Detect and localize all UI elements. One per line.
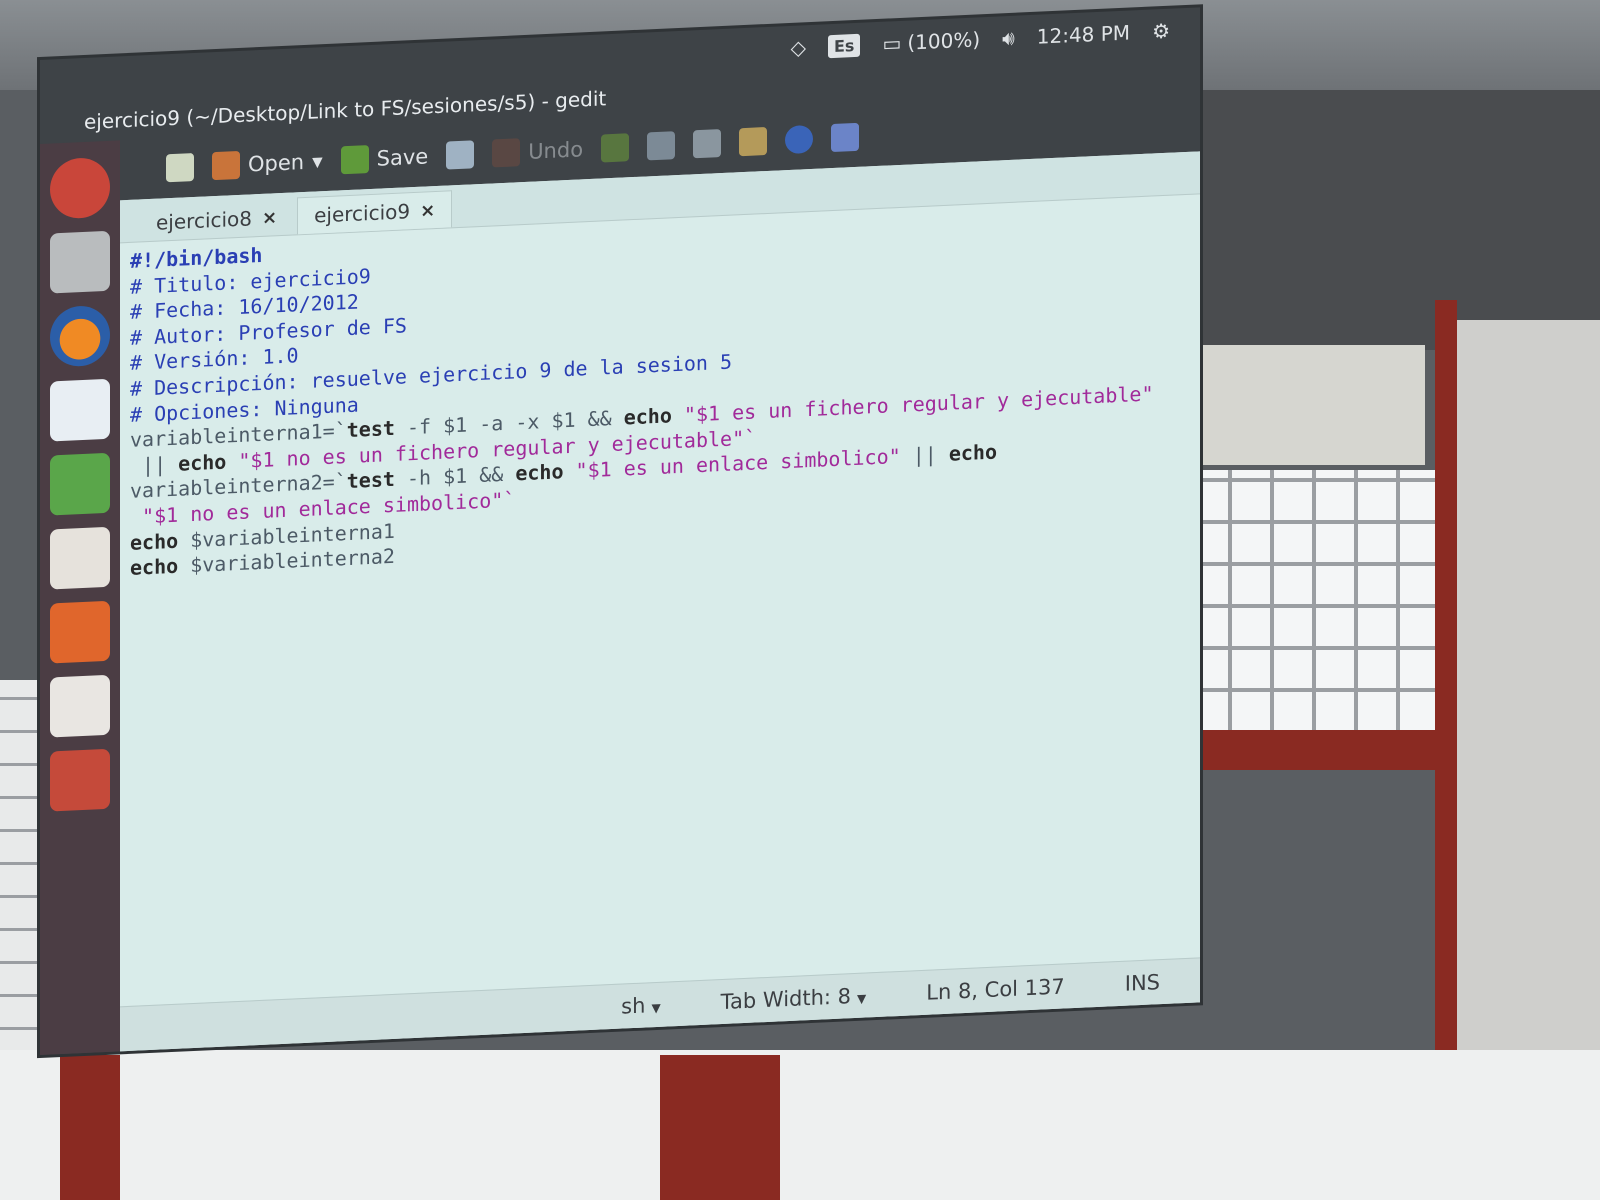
tab-ejercicio9[interactable]: ejercicio9 × [297, 190, 453, 235]
undo-button[interactable]: Undo [492, 135, 584, 168]
firefox-icon[interactable] [50, 304, 110, 368]
close-icon[interactable]: × [262, 207, 277, 229]
code-token: echo [515, 459, 564, 486]
save-label: Save [376, 144, 429, 171]
lower-window [0, 1050, 1600, 1200]
battery-icon: ▭ [882, 30, 902, 56]
code-token: echo [623, 403, 672, 430]
print-button[interactable] [446, 140, 475, 170]
open-folder-icon [212, 150, 240, 181]
chevron-down-icon: ▼ [651, 1000, 661, 1016]
new-button[interactable] [166, 153, 194, 183]
search-icon [785, 124, 814, 155]
replace-icon [831, 122, 860, 153]
new-document-icon [166, 153, 194, 183]
left-window [0, 680, 40, 1060]
software-center-icon[interactable] [50, 600, 110, 664]
undo-icon [492, 138, 521, 168]
paste-icon [739, 126, 768, 157]
window-post [660, 1055, 780, 1200]
code-token: || [900, 442, 949, 469]
close-icon[interactable]: × [420, 200, 435, 222]
code-token: echo [130, 528, 179, 555]
volume-icon[interactable]: 🔊︎ [1002, 26, 1015, 51]
chevron-down-icon[interactable]: ▾ [312, 149, 323, 173]
code-token: echo [178, 449, 227, 476]
keyboard-layout-indicator[interactable]: Es [827, 33, 861, 58]
clock[interactable]: 12:48 PM [1037, 21, 1130, 49]
tab-label: ejercicio8 [156, 206, 253, 235]
language-label: sh [621, 993, 646, 1019]
wifi-icon[interactable]: ◇ [791, 35, 806, 60]
language-selector[interactable]: sh ▼ [621, 993, 661, 1019]
editor-area: ejercicio8 × ejercicio9 × #!/bin/bash # T… [120, 151, 1200, 1052]
battery-percent: (100%) [907, 27, 981, 55]
status-bar: sh ▼ Tab Width: 8 ▼ Ln 8, Col 137 INS [120, 957, 1200, 1052]
files-icon[interactable] [50, 230, 110, 294]
redo-button[interactable] [601, 133, 630, 163]
code-token: test [346, 416, 395, 443]
cursor-position: Ln 8, Col 137 [926, 974, 1065, 1005]
room-wall [1190, 90, 1600, 350]
amazon-icon[interactable] [50, 674, 110, 738]
impress-icon[interactable] [50, 526, 110, 590]
tab-width-label: Tab Width: 8 [720, 984, 852, 1015]
trash-icon[interactable] [50, 748, 110, 812]
projected-screen: ◇ Es ▭ (100%) 🔊︎ 12:48 PM ⚙ ejercicio9 (… [40, 7, 1200, 1056]
code-token: || [130, 451, 179, 478]
undo-label: Undo [528, 137, 584, 164]
battery-indicator[interactable]: ▭ (100%) [882, 27, 980, 55]
print-icon [446, 140, 475, 170]
copy-icon [693, 129, 722, 159]
cut-icon [647, 131, 676, 161]
room-window [1190, 470, 1440, 730]
redo-icon [601, 133, 630, 163]
code-token: -h $1 && [394, 461, 516, 492]
window-frame-horizontal [1190, 730, 1450, 770]
window-blind [1195, 345, 1425, 465]
cut-button[interactable] [647, 131, 676, 161]
gear-icon[interactable]: ⚙ [1152, 19, 1170, 44]
writer-icon[interactable] [50, 378, 110, 442]
code-token: test [346, 467, 395, 494]
open-label: Open [248, 150, 305, 177]
code-text-area[interactable]: #!/bin/bash # Titulo: ejercicio9 # Fecha: … [120, 194, 1200, 588]
tab-ejercicio8[interactable]: ejercicio8 × [140, 199, 293, 242]
window-post [60, 1055, 120, 1200]
chevron-down-icon: ▼ [857, 991, 867, 1006]
code-token: echo [948, 439, 998, 467]
copy-button[interactable] [693, 129, 722, 159]
insert-mode: INS [1124, 970, 1160, 996]
find-button[interactable] [785, 124, 814, 155]
save-button[interactable]: Save [340, 142, 429, 175]
replace-button[interactable] [831, 122, 860, 153]
code-token: echo [130, 553, 179, 581]
tab-width-selector[interactable]: Tab Width: 8 ▼ [721, 983, 867, 1014]
tab-label: ejercicio9 [314, 199, 411, 228]
unity-launcher [40, 140, 120, 1056]
paste-button[interactable] [739, 126, 768, 157]
save-icon [340, 145, 369, 175]
ubuntu-dash-icon[interactable] [50, 156, 110, 220]
open-button[interactable]: Open ▾ [212, 147, 323, 181]
calc-icon[interactable] [50, 452, 110, 516]
